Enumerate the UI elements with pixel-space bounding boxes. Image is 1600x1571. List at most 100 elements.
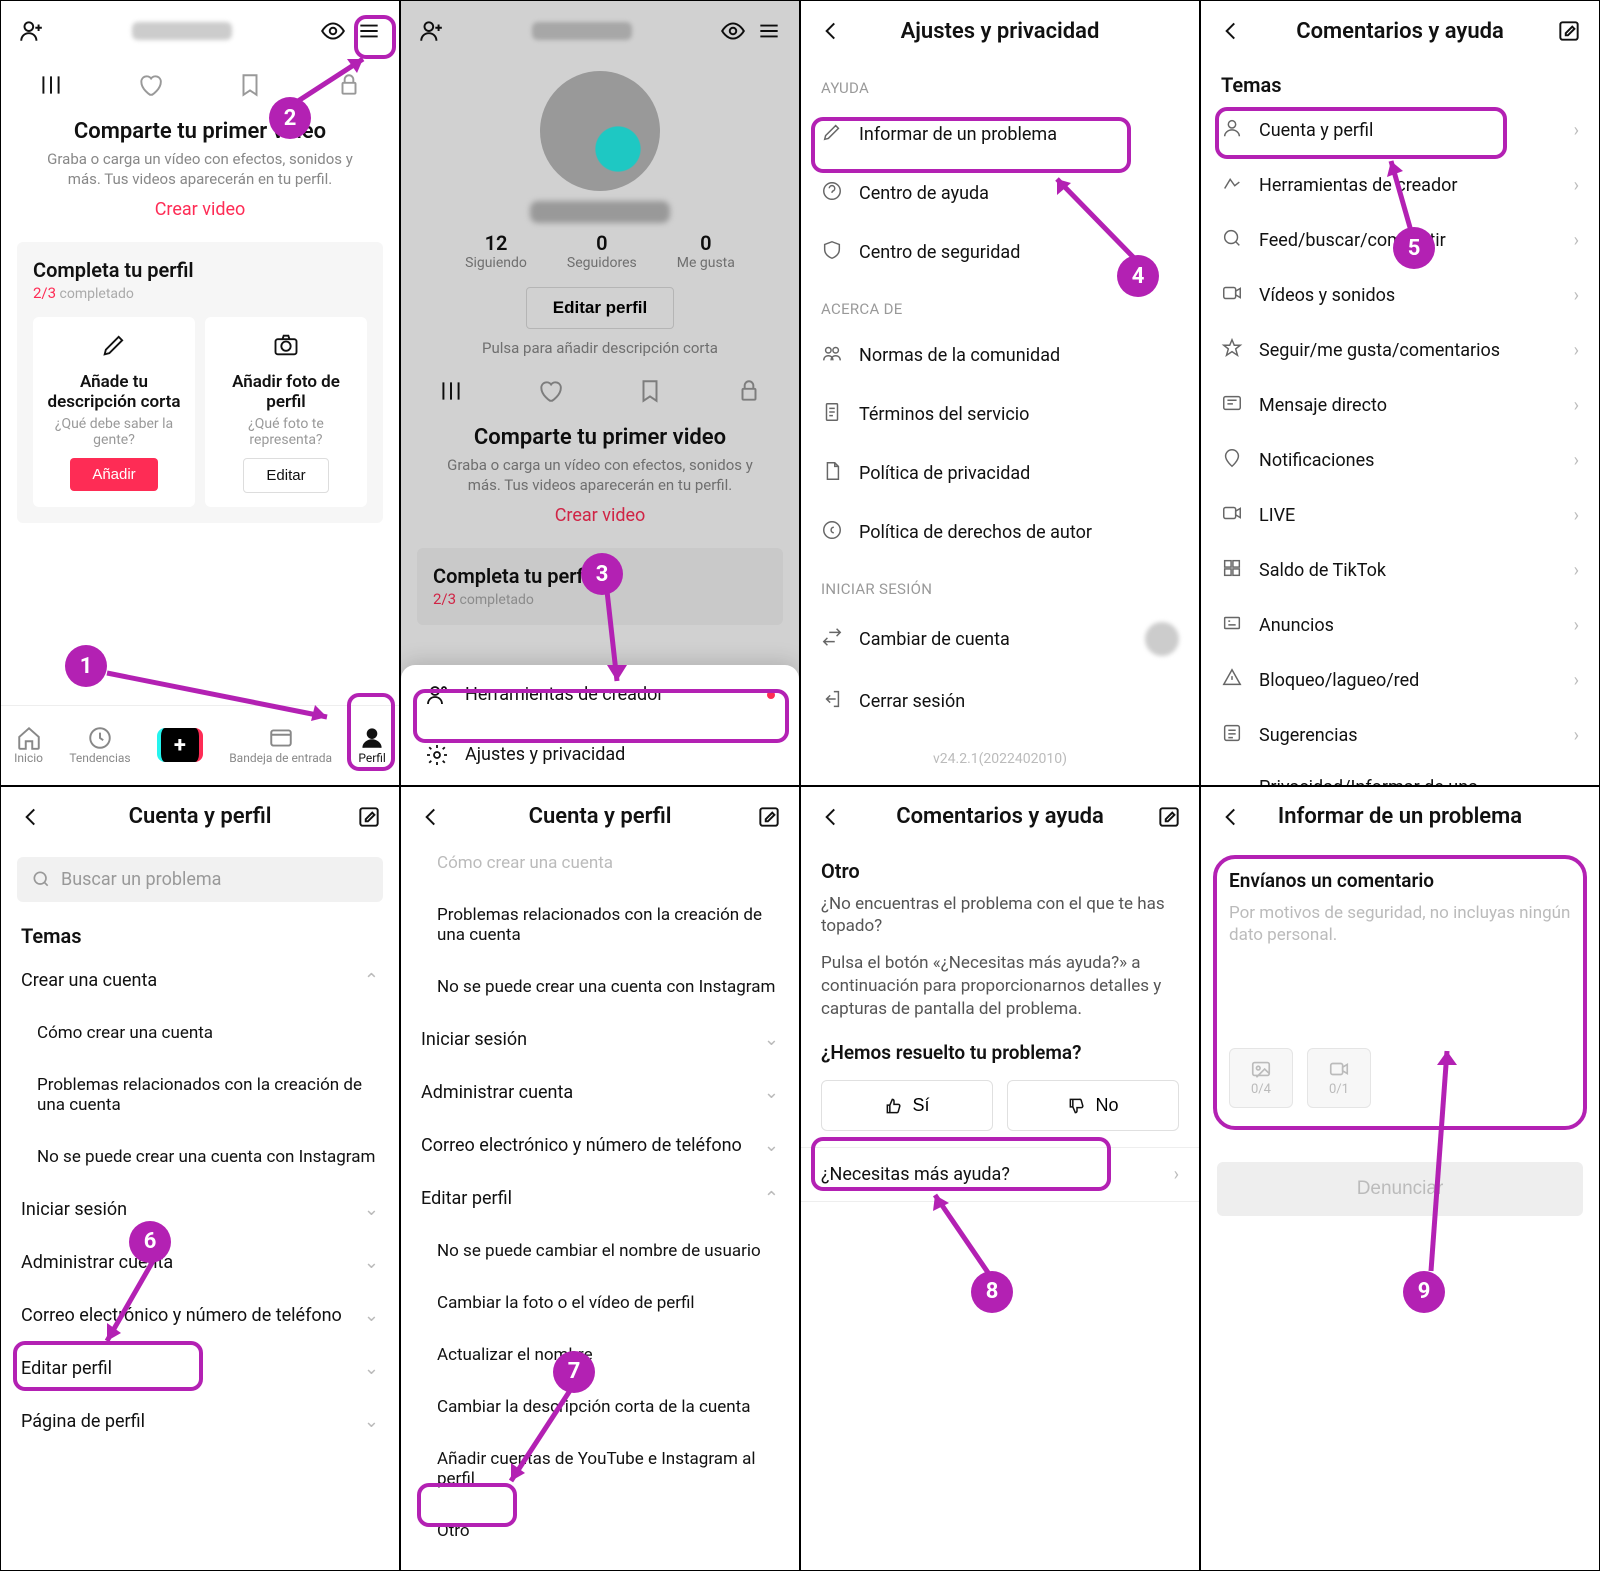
- back-icon[interactable]: [417, 803, 445, 831]
- topic-icon: [1221, 117, 1243, 144]
- profile-tabs[interactable]: [1, 61, 399, 109]
- nav-trends[interactable]: Tendencias: [69, 725, 130, 765]
- tab-private-icon[interactable]: [735, 377, 763, 405]
- topic-row[interactable]: Seguir/me gusta/comentarios›: [1201, 323, 1599, 378]
- menu-creator-tools[interactable]: Herramientas de creador: [401, 665, 799, 725]
- topic-row[interactable]: Sugerencias›: [1201, 708, 1599, 763]
- eye-icon[interactable]: [719, 17, 747, 45]
- topic-row[interactable]: Notificaciones›: [1201, 433, 1599, 488]
- topic-row[interactable]: Mensaje directo›: [1201, 378, 1599, 433]
- back-icon[interactable]: [817, 803, 845, 831]
- category-row[interactable]: Administrar cuenta⌄: [1, 1236, 399, 1289]
- edit-photo-button[interactable]: Editar: [243, 458, 328, 493]
- add-bio-button[interactable]: Añadir: [70, 458, 157, 491]
- yes-button[interactable]: Sí: [821, 1080, 993, 1131]
- subtopic-row[interactable]: Cómo crear una cuenta: [1, 1007, 399, 1059]
- chevron-down-icon: ⌄: [364, 1199, 379, 1220]
- category-row[interactable]: Editar perfil⌄: [1, 1342, 399, 1395]
- topic-icon: [1221, 282, 1243, 309]
- row-report-problem[interactable]: Informar de un problema: [801, 105, 1199, 164]
- category-row[interactable]: Correo electrónico y número de teléfono⌄: [401, 1119, 799, 1172]
- cat-profile-page[interactable]: Página de perfil⌄: [401, 1557, 799, 1571]
- subtopic-row[interactable]: No se puede crear una cuenta con Instagr…: [401, 961, 799, 1013]
- subtopic-row[interactable]: Cambiar la foto o el vídeo de perfil: [401, 1277, 799, 1329]
- menu-icon[interactable]: [755, 17, 783, 45]
- subtopic-row[interactable]: Problemas relacionados con la creación d…: [1, 1059, 399, 1131]
- topic-icon: [1221, 337, 1243, 364]
- eye-icon[interactable]: [319, 17, 347, 45]
- back-icon[interactable]: [1217, 17, 1245, 45]
- topic-row[interactable]: Herramientas de creador›: [1201, 158, 1599, 213]
- subtopic-row[interactable]: Cambiar la descripción corta de la cuent…: [401, 1381, 799, 1433]
- compose-icon[interactable]: [355, 803, 383, 831]
- create-video-link[interactable]: Crear video: [155, 199, 246, 220]
- tab-saved-icon[interactable]: [636, 377, 664, 405]
- subtopic-row[interactable]: No se puede crear una cuenta con Instagr…: [1, 1131, 399, 1183]
- menu-icon[interactable]: [355, 17, 383, 45]
- topic-row[interactable]: Vídeos y sonidos›: [1201, 268, 1599, 323]
- profile-tabs[interactable]: [401, 367, 799, 415]
- nav-inbox[interactable]: Bandeja de entrada: [229, 725, 332, 765]
- subtopic-row[interactable]: Actualizar el nombre: [401, 1329, 799, 1381]
- topic-row[interactable]: LIVE›: [1201, 488, 1599, 543]
- nav-create[interactable]: +: [157, 728, 203, 762]
- row-privacy[interactable]: Política de privacidad: [801, 444, 1199, 503]
- chevron-down-icon: ⌄: [364, 1252, 379, 1273]
- row-logout[interactable]: Cerrar sesión: [801, 672, 1199, 731]
- add-user-icon[interactable]: [417, 17, 445, 45]
- submit-report-button[interactable]: Denunciar: [1217, 1162, 1583, 1216]
- row-help-center[interactable]: Centro de ayuda: [801, 164, 1199, 223]
- row-need-more-help[interactable]: ¿Necesitas más ayuda?›: [801, 1147, 1199, 1202]
- subtopic-row[interactable]: No se puede cambiar el nombre de usuario: [401, 1225, 799, 1277]
- bio-hint[interactable]: Pulsa para añadir descripción corta: [401, 339, 799, 357]
- chevron-up-icon: ⌃: [364, 970, 379, 991]
- topic-icon: [1221, 557, 1243, 584]
- category-row[interactable]: Página de perfil⌄: [1, 1395, 399, 1448]
- tab-grid-icon[interactable]: [437, 377, 465, 405]
- compose-icon[interactable]: [755, 803, 783, 831]
- cat-edit-profile[interactable]: Editar perfil⌃: [401, 1172, 799, 1225]
- tab-saved-icon[interactable]: [236, 71, 264, 99]
- compose-icon[interactable]: [1155, 803, 1183, 831]
- subtopic-row[interactable]: Añadir cuentas de YouTube e Instagram al…: [401, 1433, 799, 1505]
- edit-profile-button[interactable]: Editar perfil: [526, 287, 674, 329]
- topic-row[interactable]: Saldo de TikTok›: [1201, 543, 1599, 598]
- tab-grid-icon[interactable]: [37, 71, 65, 99]
- topic-row[interactable]: Privacidad/Informar de una infracción›: [1201, 763, 1599, 786]
- compose-icon[interactable]: [1555, 17, 1583, 45]
- row-terms[interactable]: Términos del servicio: [801, 385, 1199, 444]
- topic-icon: [1221, 447, 1243, 474]
- menu-settings-privacy[interactable]: Ajustes y privacidad: [401, 725, 799, 785]
- nav-home[interactable]: Inicio: [14, 725, 43, 765]
- row-community[interactable]: Normas de la comunidad: [801, 326, 1199, 385]
- attach-image[interactable]: 0/4: [1229, 1048, 1293, 1108]
- category-row[interactable]: Iniciar sesión⌄: [401, 1013, 799, 1066]
- category-row[interactable]: Correo electrónico y número de teléfono⌄: [1, 1289, 399, 1342]
- subtopic-row[interactable]: Otro: [401, 1505, 799, 1557]
- nav-profile[interactable]: Perfil: [358, 725, 386, 765]
- topic-icon: [1221, 612, 1243, 639]
- topic-row[interactable]: Bloqueo/lagueo/red›: [1201, 653, 1599, 708]
- cat-create-account[interactable]: Crear una cuenta⌃: [1, 954, 399, 1007]
- back-icon[interactable]: [17, 803, 45, 831]
- topic-row[interactable]: Anuncios›: [1201, 598, 1599, 653]
- attach-video[interactable]: 0/1: [1307, 1048, 1371, 1108]
- chevron-down-icon: ⌄: [364, 1358, 379, 1379]
- tab-liked-icon[interactable]: [136, 71, 164, 99]
- category-row[interactable]: Iniciar sesión⌄: [1, 1183, 399, 1236]
- chevron-right-icon: ›: [1574, 560, 1579, 581]
- add-user-icon[interactable]: [17, 17, 45, 45]
- row-copyright[interactable]: Política de derechos de autor: [801, 503, 1199, 562]
- feedback-textarea[interactable]: Por motivos de seguridad, no incluyas ni…: [1229, 902, 1571, 1042]
- tab-private-icon[interactable]: [335, 71, 363, 99]
- category-row[interactable]: Administrar cuenta⌄: [401, 1066, 799, 1119]
- topic-row[interactable]: Cuenta y perfil›: [1201, 103, 1599, 158]
- no-button[interactable]: No: [1007, 1080, 1179, 1131]
- subtopic-row[interactable]: Problemas relacionados con la creación d…: [401, 889, 799, 961]
- back-icon[interactable]: [817, 17, 845, 45]
- subtopic-row[interactable]: Cómo crear una cuenta: [401, 847, 799, 889]
- row-switch-account[interactable]: Cambiar de cuenta: [801, 606, 1199, 672]
- tab-liked-icon[interactable]: [536, 377, 564, 405]
- back-icon[interactable]: [1217, 803, 1245, 831]
- search-input[interactable]: Buscar un problema: [17, 857, 383, 902]
